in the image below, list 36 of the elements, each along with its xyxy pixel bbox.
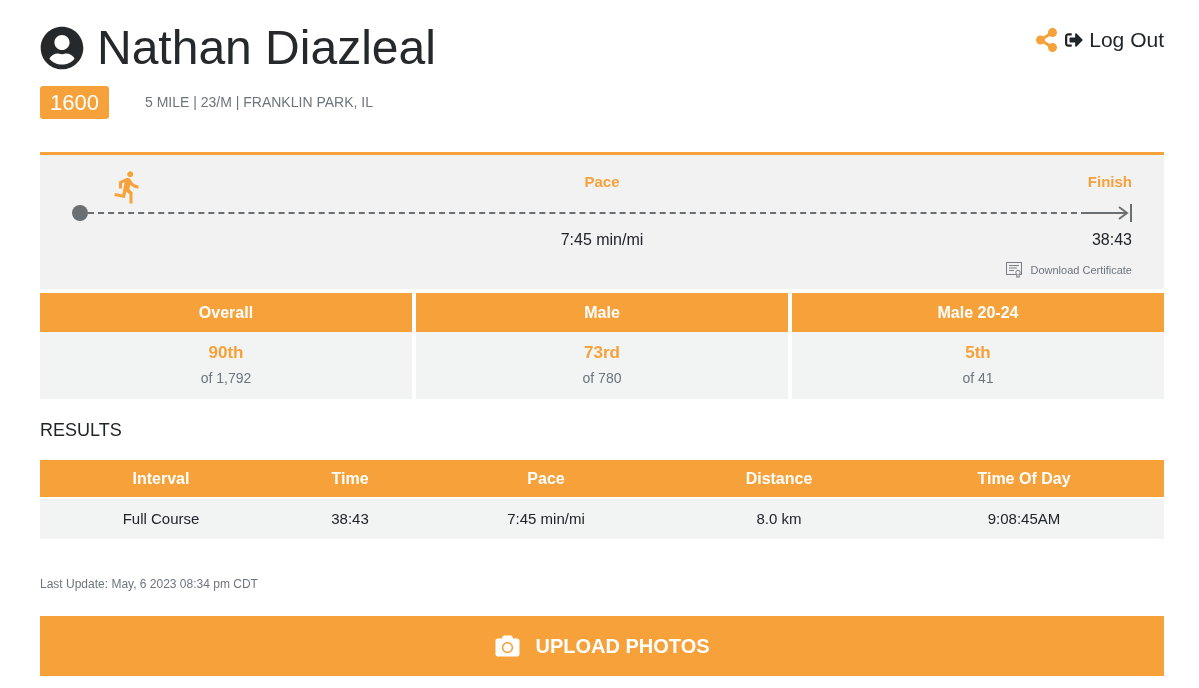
column-header: Time Of Day xyxy=(977,468,1071,489)
race-info: 5 MILE | 23/M | FRANKLIN PARK, IL xyxy=(144,93,373,112)
logout-icon xyxy=(1064,31,1085,49)
finish-label: Finish xyxy=(1087,172,1132,192)
download-certificate-link[interactable]: Download Certificate xyxy=(1005,262,1132,278)
place: 5th xyxy=(965,343,991,363)
share-icon xyxy=(1035,28,1059,52)
place: 90th xyxy=(208,343,244,363)
runner-name: Nathan Diazleal xyxy=(97,22,436,74)
column-header: Distance xyxy=(745,468,813,489)
column-header: Time xyxy=(331,468,369,489)
table-cell-text: 8.0 km xyxy=(756,508,802,529)
table-cell-text: 38:43 xyxy=(331,508,369,529)
total-finishers: of 41 xyxy=(962,369,994,387)
category-header: Overall xyxy=(40,293,412,332)
share-button[interactable] xyxy=(1035,28,1059,52)
category-header: Male 20-24 xyxy=(792,293,1164,332)
logout-button[interactable]: Log Out xyxy=(1064,26,1164,54)
finish-time: 38:43 xyxy=(1091,230,1132,250)
total-finishers: of 1,792 xyxy=(200,369,252,387)
total-finishers: of 780 xyxy=(582,369,622,387)
camera-icon xyxy=(494,634,522,658)
results-heading: RESULTS xyxy=(40,419,123,441)
bib-number: 1600 xyxy=(40,86,109,119)
table-cell-text: 7:45 min/mi xyxy=(507,508,585,529)
table-cell-text: Full Course xyxy=(122,508,200,529)
user-avatar-icon xyxy=(40,26,84,70)
column-header: Interval xyxy=(132,468,190,489)
pace-label: Pace xyxy=(584,172,620,192)
place: 73rd xyxy=(584,343,620,363)
column-header: Pace xyxy=(527,468,565,489)
last-update-text: Last Update: May, 6 2023 08:34 pm CDT xyxy=(40,576,259,592)
category-header: Male xyxy=(416,293,788,332)
pace-value: 7:45 min/mi xyxy=(560,230,644,250)
certificate-icon xyxy=(1005,262,1023,278)
table-cell-text: 9:08:45AM xyxy=(987,508,1061,529)
